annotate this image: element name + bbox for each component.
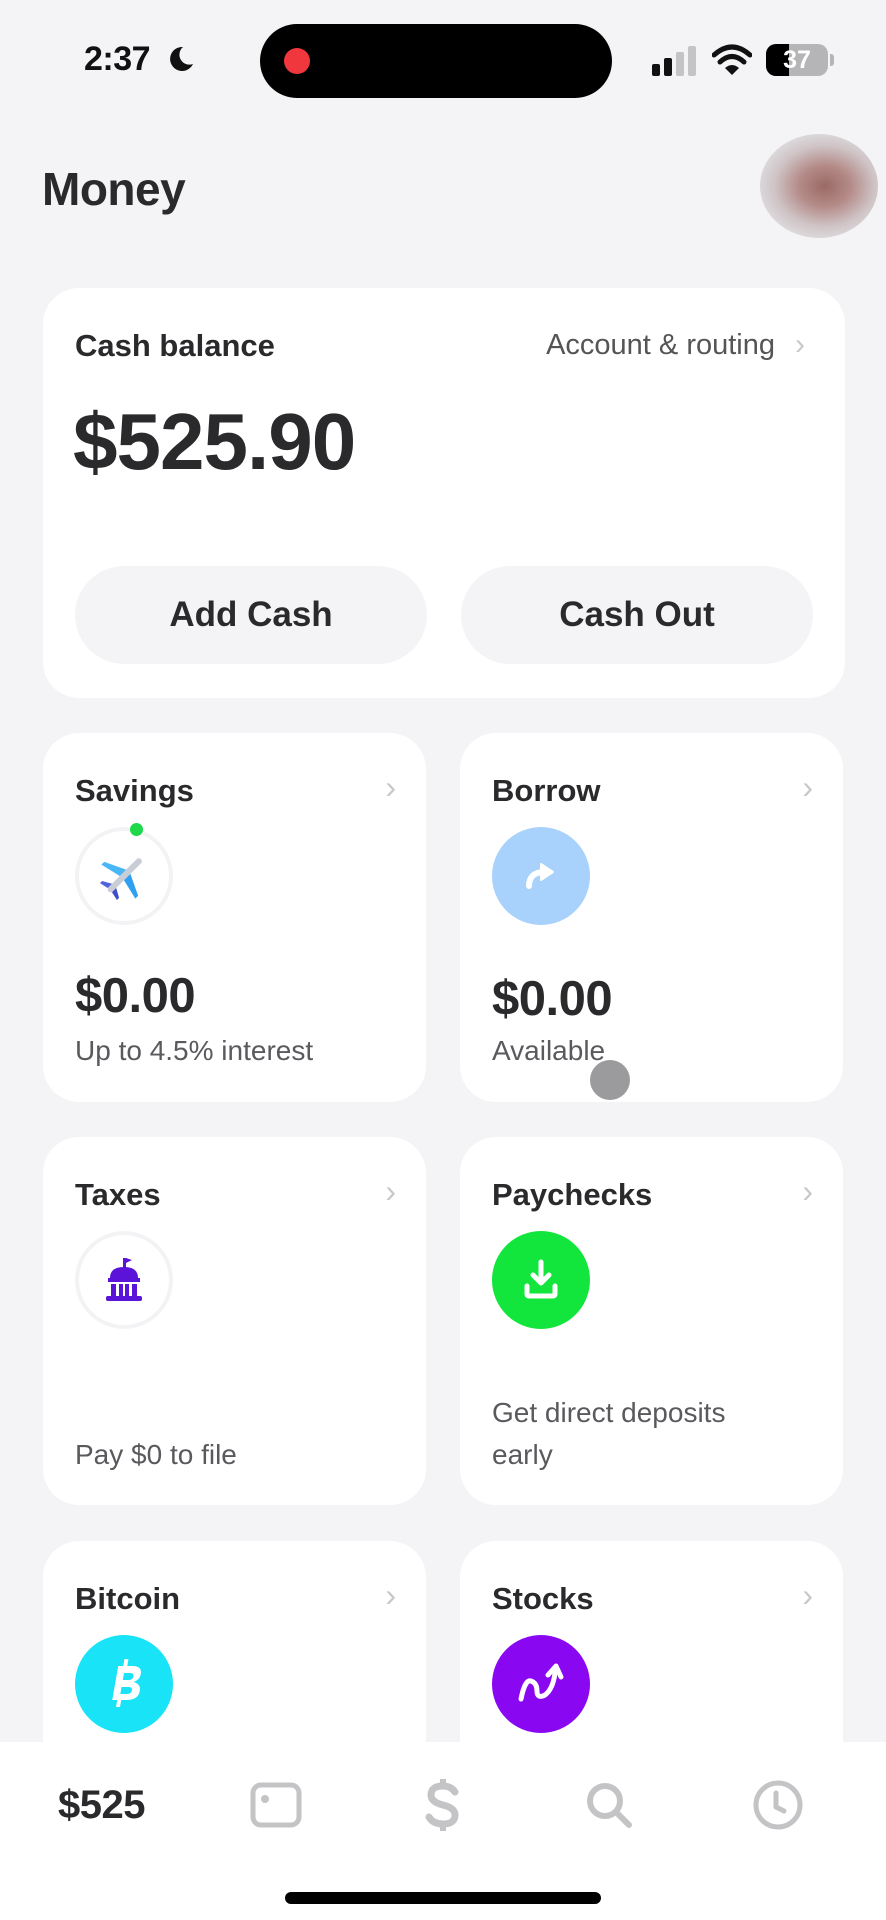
- borrow-icon-circle: [492, 827, 590, 925]
- paychecks-icon-circle: [492, 1231, 590, 1329]
- recording-indicator-icon: [284, 48, 310, 74]
- tab-search[interactable]: [584, 1770, 634, 1840]
- airplane-icon: [99, 858, 142, 901]
- paychecks-subtitle: Get direct deposits early: [492, 1392, 772, 1476]
- avatar[interactable]: [760, 134, 878, 238]
- savings-subtitle: Up to 4.5% interest: [75, 1035, 314, 1066]
- dollar-icon: [425, 1779, 459, 1831]
- paychecks-subtitle-text: Get direct deposits early: [492, 1397, 726, 1470]
- taxes-tile[interactable]: Taxes › Pay $0 to file: [43, 1137, 426, 1505]
- battery-icon: 37: [766, 44, 828, 76]
- tile-title: Borrow: [492, 773, 601, 808]
- account-routing-label: Account & routing: [546, 328, 775, 361]
- paychecks-tile[interactable]: Paychecks › Get direct deposits early: [460, 1137, 843, 1505]
- tab-activity[interactable]: [752, 1770, 804, 1840]
- taxes-subtitle: Pay $0 to file: [75, 1439, 237, 1470]
- tab-pay[interactable]: [420, 1770, 466, 1840]
- chevron-right-icon: ›: [385, 1173, 396, 1209]
- stocks-icon-circle: [492, 1635, 590, 1733]
- progress-dot: [130, 823, 143, 836]
- cash-balance-amount: $525.90: [73, 397, 356, 486]
- cash-balance-card: Cash balance Account & routing › $525.90…: [43, 288, 845, 698]
- dynamic-island: [260, 24, 612, 98]
- chevron-right-icon: ›: [385, 1577, 396, 1613]
- tab-card[interactable]: [248, 1770, 304, 1840]
- tab-money[interactable]: $525: [58, 1770, 145, 1840]
- tile-title: Taxes: [75, 1177, 161, 1212]
- card-icon: [250, 1782, 302, 1828]
- cellular-signal-icon: [652, 46, 696, 76]
- savings-amount: $0.00: [75, 969, 196, 1023]
- tile-title: Paychecks: [492, 1177, 653, 1212]
- wifi-icon: [712, 44, 752, 75]
- cash-out-button[interactable]: Cash Out: [461, 566, 813, 664]
- moon-icon: [170, 46, 193, 71]
- forward-arrow-icon: [526, 863, 554, 889]
- tile-title: Savings: [75, 773, 194, 808]
- taxes-icon-circle: [75, 1231, 173, 1329]
- account-routing-link[interactable]: Account & routing ›: [546, 328, 805, 362]
- search-icon: [587, 1783, 632, 1828]
- download-icon: [524, 1259, 558, 1299]
- savings-tile[interactable]: Savings › $0.00 Up to 4.5% interest: [43, 733, 426, 1102]
- borrow-amount: $0.00: [492, 972, 613, 1026]
- bitcoin-icon-circle: [75, 1635, 173, 1733]
- touch-indicator: [590, 1060, 630, 1100]
- tile-title: Bitcoin: [75, 1581, 181, 1616]
- stocks-trend-icon: [518, 1663, 564, 1702]
- borrow-tile[interactable]: Borrow › $0.00 Available: [460, 733, 843, 1102]
- status-bar: 2:37 37: [0, 0, 886, 110]
- add-cash-button[interactable]: Add Cash: [75, 566, 427, 664]
- home-indicator[interactable]: [285, 1892, 601, 1904]
- chevron-right-icon: ›: [802, 1173, 813, 1209]
- chevron-right-icon: ›: [802, 1577, 813, 1613]
- bitcoin-icon: [112, 1659, 142, 1707]
- tile-title: Stocks: [492, 1581, 594, 1616]
- status-time: 2:37: [84, 40, 151, 78]
- clock-icon: [753, 1780, 803, 1830]
- battery-cap: [830, 54, 834, 66]
- chevron-right-icon: ›: [802, 769, 813, 805]
- borrow-subtitle: Available: [492, 1035, 606, 1066]
- battery-percent: 37: [783, 46, 811, 74]
- capitol-building-icon: [106, 1258, 142, 1301]
- cash-balance-label: Cash balance: [75, 328, 275, 363]
- chevron-right-icon: ›: [795, 328, 805, 361]
- page-title: Money: [42, 163, 186, 215]
- chevron-right-icon: ›: [385, 769, 396, 805]
- savings-goal-ring: [75, 827, 173, 925]
